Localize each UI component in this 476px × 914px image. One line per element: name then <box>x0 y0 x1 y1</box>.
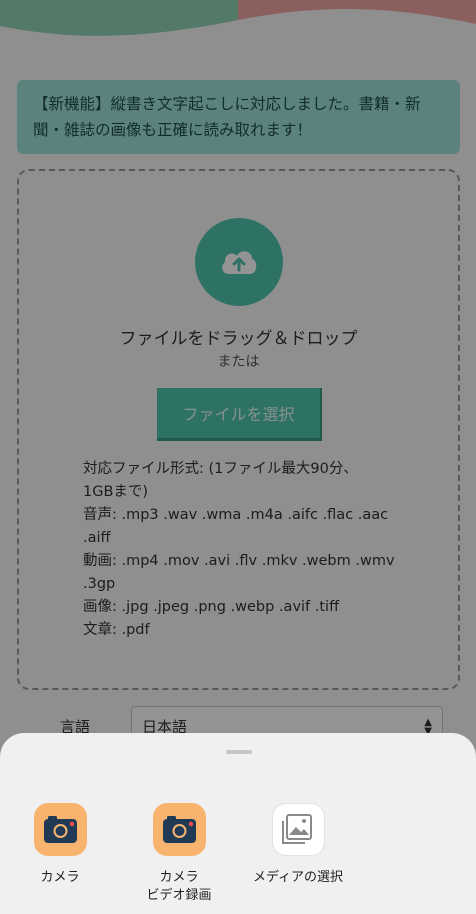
camera-icon <box>43 816 77 843</box>
video-camera-icon <box>162 816 196 843</box>
bottom-sheet: カメラ カメラ ビデオ録画 メディアの選択 <box>0 733 476 914</box>
gallery-icon <box>281 814 312 844</box>
camera-option-label: カメラ <box>40 870 80 885</box>
sheet-drag-handle[interactable] <box>226 750 252 754</box>
video-record-option-sublabel: ビデオ録画 <box>146 888 212 903</box>
media-select-option-label: メディアの選択 <box>252 870 344 885</box>
video-record-option-label: カメラ <box>159 870 199 885</box>
media-select-option[interactable]: メディアの選択 <box>238 803 358 887</box>
camera-option[interactable]: カメラ <box>0 803 120 887</box>
video-record-option-tile[interactable] <box>152 803 206 856</box>
video-record-option[interactable]: カメラ ビデオ録画 <box>119 803 239 905</box>
media-select-option-tile[interactable] <box>271 803 325 856</box>
camera-option-tile[interactable] <box>33 803 87 856</box>
